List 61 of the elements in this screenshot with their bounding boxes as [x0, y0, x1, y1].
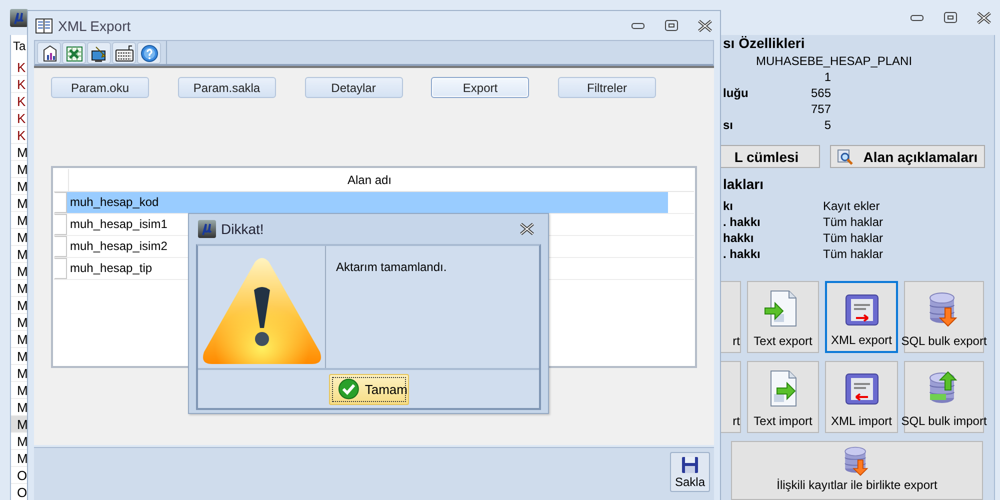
- help-icon: [140, 44, 158, 62]
- field-descriptions-button[interactable]: Alan açıklamaları: [830, 145, 985, 168]
- section-title: lakları: [723, 176, 764, 192]
- table-name: MUHASEBE_HESAP_PLANI: [756, 53, 912, 69]
- property-value: 1: [823, 69, 831, 85]
- maximize-icon[interactable]: [665, 20, 678, 31]
- property-label: luğu: [723, 85, 750, 101]
- xml-import-button[interactable]: XML import: [825, 361, 898, 433]
- minimize-icon[interactable]: [631, 22, 645, 30]
- property-label: sı: [723, 117, 734, 133]
- action-button[interactable]: Filtreler: [558, 77, 656, 98]
- dialog-title: Dikkat!: [221, 221, 264, 237]
- ok-button[interactable]: Tamam: [328, 374, 408, 404]
- right-value: Tüm haklar: [823, 246, 884, 262]
- right-label: . hakkı: [723, 214, 762, 230]
- action-button[interactable]: Param.sakla: [178, 77, 276, 98]
- right-value: Kayıt ekler: [823, 198, 881, 214]
- action-button[interactable]: Detaylar: [304, 77, 402, 98]
- minimize-icon[interactable]: [910, 14, 924, 22]
- text-import-button[interactable]: Text import: [747, 361, 819, 433]
- logo-icon: [198, 220, 216, 238]
- close-icon[interactable]: [520, 223, 534, 235]
- right-label: kı: [723, 198, 734, 214]
- xml-export-button[interactable]: XML export: [825, 281, 898, 353]
- window-title: XML Export: [58, 18, 131, 34]
- sql-statement-button[interactable]: L cümlesi: [720, 145, 820, 168]
- text-export-button[interactable]: Text export: [747, 281, 819, 353]
- right-label: hakkı: [723, 230, 755, 246]
- window-icon: [35, 18, 53, 34]
- tile-button[interactable]: rt: [721, 361, 741, 433]
- action-button[interactable]: Export: [431, 77, 530, 98]
- property-value: 5: [823, 117, 831, 133]
- message-text: Aktarım tamamlandı.: [335, 259, 447, 276]
- save-button[interactable]: Sakla: [670, 452, 710, 492]
- right-value: Tüm haklar: [823, 230, 884, 246]
- db-export-button[interactable]: İlişkili kayıtlar ile birlikte export: [731, 441, 983, 500]
- tile-button[interactable]: rt: [721, 281, 741, 353]
- section-title: sı Özellikleri: [723, 35, 805, 51]
- table-cell[interactable]: muh_hesap_kod: [67, 192, 668, 213]
- help-button[interactable]: [137, 42, 161, 64]
- column-header: Ta: [12, 38, 27, 55]
- report-button[interactable]: [37, 42, 61, 64]
- spreadsheet-icon: [64, 44, 84, 62]
- logo-icon: [10, 8, 28, 26]
- excel-button[interactable]: [62, 42, 86, 64]
- keyboard-icon: [114, 44, 134, 62]
- close-icon[interactable]: [977, 12, 991, 24]
- right-value: Tüm haklar: [823, 214, 884, 230]
- property-value: 565: [810, 85, 831, 101]
- monitor-pencil-icon: [90, 44, 108, 62]
- maximize-icon[interactable]: [944, 12, 957, 23]
- action-button[interactable]: Param.oku: [51, 77, 149, 98]
- right-label: . hakkı: [723, 246, 762, 262]
- edit-button[interactable]: [87, 42, 111, 64]
- property-value: 757: [810, 101, 831, 117]
- list-item[interactable]: M: [11, 416, 27, 433]
- column-header: Alan adı: [346, 172, 393, 189]
- close-icon[interactable]: [698, 20, 712, 32]
- keyboard-button[interactable]: [112, 42, 136, 64]
- checkmark-icon: [338, 378, 359, 400]
- search-icon: [837, 148, 854, 164]
